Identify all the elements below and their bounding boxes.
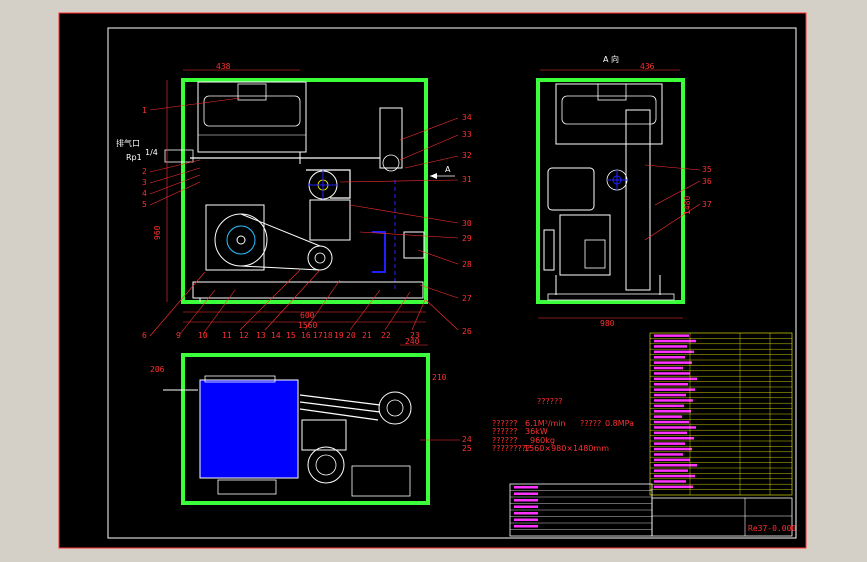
balloon-30: 30	[462, 219, 472, 228]
balloon-6: 6	[142, 331, 147, 340]
inlet-thread-fraction: 1/4	[145, 148, 158, 157]
balloon-24: 24	[462, 435, 472, 444]
inlet-thread: Rp1	[126, 153, 142, 162]
spec-4-value: 1560×980×1480mm	[524, 444, 609, 453]
parts-list-entry-mark	[654, 474, 695, 478]
title-block-entry-mark	[514, 492, 538, 495]
parts-list-entry-mark	[654, 469, 688, 472]
title-block-entry-mark	[514, 499, 538, 502]
parts-list-entry-mark	[654, 339, 696, 343]
balloon-29: 29	[462, 234, 472, 243]
balloon-31: 31	[462, 175, 472, 184]
parts-list-entry-mark	[654, 388, 695, 391]
balloon-12: 12	[239, 331, 249, 340]
balloon-37: 37	[702, 200, 712, 209]
front-top-dim: 438	[216, 62, 231, 71]
plan-top-dim: 240	[405, 337, 420, 346]
balloon-19: 19	[334, 331, 344, 340]
balloon-9: 9	[176, 331, 181, 340]
balloon-4: 4	[142, 189, 147, 198]
parts-list-entry-mark	[654, 404, 684, 408]
balloon-11: 11	[222, 331, 232, 340]
parts-list-entry-mark	[654, 453, 683, 456]
balloon-3: 3	[142, 178, 147, 187]
balloon-33: 33	[462, 130, 472, 139]
parts-list-entry-mark	[654, 437, 694, 440]
parts-list-entry-mark	[654, 447, 692, 451]
balloon-17: 17	[313, 331, 323, 340]
view-label: A 向	[603, 54, 619, 64]
balloon-10: 10	[198, 331, 208, 340]
balloon-16: 16	[301, 331, 311, 340]
parts-list-entry-mark	[654, 366, 683, 370]
front-height-dim: 960	[153, 225, 162, 240]
drawing-sheet	[58, 12, 807, 549]
balloon-21: 21	[362, 331, 372, 340]
balloon-20: 20	[346, 331, 356, 340]
parts-list-entry-mark	[654, 399, 693, 402]
parts-list-entry-mark	[654, 372, 690, 375]
balloon-22: 22	[381, 331, 391, 340]
spec-1-label2: ?????	[580, 419, 601, 428]
side-top-dim: 436	[640, 62, 655, 71]
cad-drawing-canvas[interactable]: 438 960 600 1560 排气口 Rp1 1/4 1 2 3 4 5 6…	[0, 0, 867, 562]
plan-right-dim: 210	[432, 373, 447, 382]
balloon-14: 14	[271, 331, 281, 340]
balloon-5: 5	[142, 200, 147, 209]
balloon-25: 25	[462, 444, 472, 453]
parts-list-entry-mark	[654, 458, 690, 462]
front-bottom-dim-a: 600	[300, 311, 315, 320]
title-block-entry-mark	[514, 525, 538, 528]
balloon-1: 1	[142, 106, 147, 115]
side-bottom-dim: 980	[600, 319, 615, 328]
parts-list-entry-mark	[654, 410, 691, 413]
balloon-28: 28	[462, 260, 472, 269]
parts-list-entry-mark	[654, 377, 697, 381]
part-number: Re37-0.000	[748, 524, 796, 533]
spec-1-value2: 0.8MPa	[605, 419, 634, 428]
parts-list-entry-mark	[654, 350, 694, 354]
parts-list-entry-mark	[654, 420, 689, 424]
balloon-35: 35	[702, 165, 712, 174]
balloon-32: 32	[462, 151, 472, 160]
balloon-36: 36	[702, 177, 712, 186]
parts-list-entry-mark	[654, 415, 682, 418]
spec-2-label: ??????	[492, 427, 517, 436]
parts-list-entry-mark	[654, 480, 686, 483]
plan-left-dim: 206	[150, 365, 165, 374]
balloon-15: 15	[286, 331, 296, 340]
specs-heading: ??????	[537, 397, 562, 406]
title-block-entry-mark	[514, 518, 538, 521]
balloon-13: 13	[256, 331, 266, 340]
balloon-26: 26	[462, 327, 472, 336]
balloon-2: 2	[142, 167, 147, 176]
balloon-18: 18	[323, 331, 333, 340]
parts-list-entry-mark	[654, 485, 693, 489]
balloon-27: 27	[462, 294, 472, 303]
plan-motor	[199, 379, 299, 479]
inlet-label: 排气口	[116, 138, 140, 148]
title-block-entry-mark	[514, 486, 538, 489]
parts-list-entry-mark	[654, 345, 687, 348]
parts-list-entry-mark	[654, 426, 696, 429]
arrow-a-label: A	[445, 165, 451, 174]
parts-list-entry-mark	[654, 383, 688, 386]
title-block-entry-mark	[514, 505, 538, 508]
spec-2-value: 36kW	[525, 427, 548, 436]
parts-list-entry-mark	[654, 431, 687, 435]
title-block-entry-mark	[514, 512, 538, 515]
front-bottom-dim-b: 1560	[298, 321, 317, 330]
balloon-34: 34	[462, 113, 472, 122]
parts-list-entry-mark	[654, 393, 686, 397]
parts-list-entry-mark	[654, 442, 685, 445]
parts-list-entry-mark	[654, 334, 689, 337]
parts-list-entry-mark	[654, 464, 697, 467]
parts-list-entry-mark	[654, 356, 685, 359]
parts-list-entry-mark	[654, 361, 692, 364]
